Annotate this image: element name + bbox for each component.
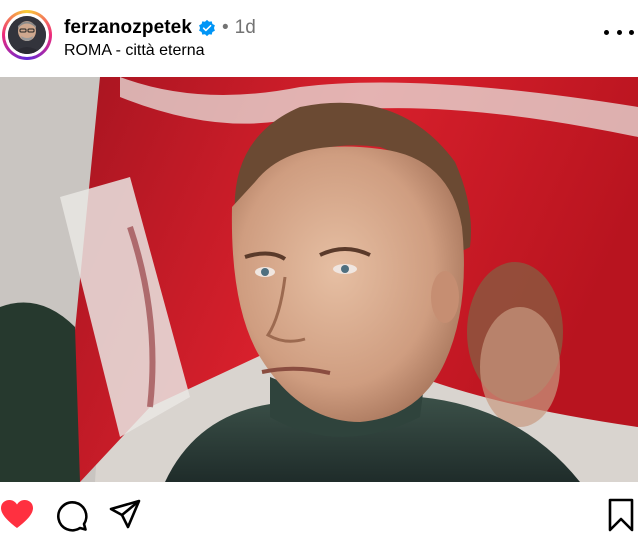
action-bar xyxy=(0,490,638,539)
avatar-image xyxy=(8,16,46,54)
bookmark-icon[interactable] xyxy=(606,498,636,532)
more-dot xyxy=(604,29,609,35)
share-icon[interactable] xyxy=(108,498,142,532)
comment-icon[interactable] xyxy=(54,498,88,532)
verified-badge-icon xyxy=(199,19,215,37)
avatar[interactable] xyxy=(8,16,46,54)
name-row: ferzanozpetek • 1d xyxy=(64,17,256,39)
avatar-frame xyxy=(5,13,49,57)
more-dot xyxy=(616,29,622,35)
separator-dot: • xyxy=(222,17,229,38)
location-link[interactable]: ROMA - città eterna xyxy=(64,42,205,60)
post-time[interactable]: 1d xyxy=(235,17,256,39)
post-header: ferzanozpetek • 1d ROMA - città eterna xyxy=(0,0,638,76)
username[interactable]: ferzanozpetek xyxy=(64,17,192,39)
more-options-icon[interactable] xyxy=(604,22,634,42)
heart-icon[interactable] xyxy=(0,498,34,532)
portrait-photo xyxy=(0,77,638,482)
more-dot xyxy=(629,29,634,35)
post-image[interactable] xyxy=(0,77,638,482)
story-ring[interactable] xyxy=(2,10,52,60)
